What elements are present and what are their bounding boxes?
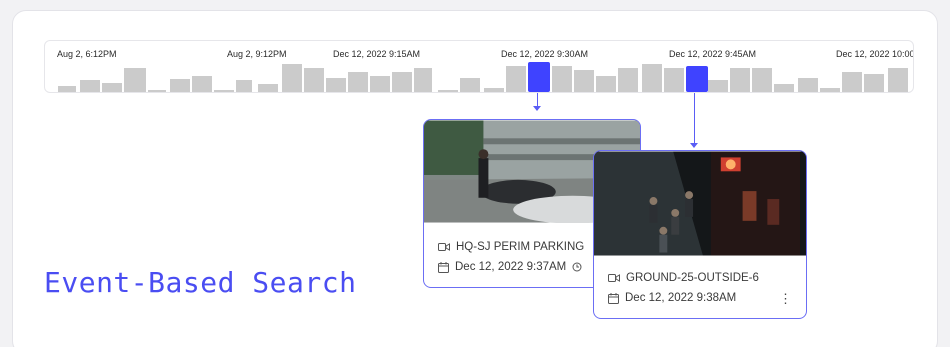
- calendar-icon: [438, 261, 449, 273]
- timeline-bar[interactable]: [842, 72, 862, 92]
- camera-name-row: HQ-SJ PERIM PARKING: [438, 241, 584, 253]
- camera-name-row: GROUND-25-OUTSIDE-6: [608, 272, 759, 284]
- timeline-bar[interactable]: [214, 90, 234, 92]
- timeline-bar[interactable]: [730, 68, 750, 92]
- video-camera-icon: [438, 242, 450, 252]
- camera-name: HQ-SJ PERIM PARKING: [456, 241, 585, 253]
- timeline-bar[interactable]: [236, 80, 252, 92]
- timeline-bar[interactable]: [392, 72, 412, 92]
- calendar-icon: [608, 292, 619, 304]
- timeline-bar[interactable]: [282, 64, 302, 92]
- event-timestamp: Dec 12, 2022 9:38AM: [625, 292, 737, 304]
- timestamp-row: Dec 12, 2022 9:38AM: [608, 292, 736, 304]
- timeline-bar[interactable]: [414, 68, 432, 92]
- timeline-bar[interactable]: [664, 68, 684, 92]
- timeline-bar[interactable]: [864, 74, 884, 92]
- timeline-bar[interactable]: [124, 68, 146, 92]
- timeline-bar[interactable]: [326, 78, 346, 92]
- connector-line: [537, 93, 538, 106]
- more-options-icon[interactable]: ⋮: [779, 291, 792, 307]
- event-card[interactable]: GROUND-25-OUTSIDE-6 Dec 12, 2022 9:38AM …: [593, 150, 807, 319]
- timestamp-row: Dec 12, 2022 9:37AM: [438, 261, 582, 273]
- page-title: Event-Based Search: [44, 266, 357, 299]
- event-timeline[interactable]: Aug 2, 6:12PM Aug 2, 9:12PM Dec 12, 2022…: [44, 40, 914, 93]
- timeline-bar[interactable]: [438, 90, 458, 92]
- clock-icon: [572, 262, 582, 272]
- connector-arrow-icon: [533, 106, 541, 111]
- timeline-bar[interactable]: [304, 68, 324, 92]
- connector-arrow-icon: [690, 143, 698, 148]
- timeline-bar[interactable]: [574, 70, 594, 92]
- timeline-bar[interactable]: [258, 84, 278, 92]
- timeline-bars: [45, 41, 913, 92]
- night-alley-camera-frame: [594, 151, 806, 256]
- timeline-bar[interactable]: [102, 83, 122, 92]
- timeline-bar[interactable]: [618, 68, 638, 92]
- timeline-bar[interactable]: [798, 78, 818, 92]
- timeline-bar[interactable]: [460, 78, 480, 92]
- timeline-bar[interactable]: [148, 90, 166, 92]
- timeline-bar[interactable]: [752, 68, 772, 92]
- selected-event-bar[interactable]: [528, 62, 550, 92]
- timeline-bar[interactable]: [888, 68, 908, 92]
- camera-name: GROUND-25-OUTSIDE-6: [626, 272, 759, 284]
- timeline-bar[interactable]: [80, 80, 100, 92]
- timeline-bar[interactable]: [192, 76, 212, 92]
- timeline-bar[interactable]: [774, 84, 794, 92]
- timeline-bar[interactable]: [58, 86, 76, 92]
- video-camera-icon: [608, 273, 620, 283]
- timeline-bar[interactable]: [596, 76, 616, 92]
- timeline-bar[interactable]: [552, 66, 572, 92]
- event-timestamp: Dec 12, 2022 9:37AM: [455, 261, 567, 273]
- timeline-bar[interactable]: [370, 76, 390, 92]
- timeline-bar[interactable]: [642, 64, 662, 92]
- connector-line: [694, 93, 695, 143]
- timeline-bar[interactable]: [820, 88, 840, 92]
- selected-event-bar[interactable]: [686, 66, 708, 92]
- timeline-bar[interactable]: [170, 79, 190, 92]
- timeline-bar[interactable]: [484, 88, 504, 92]
- timeline-bar[interactable]: [708, 80, 728, 92]
- timeline-bar[interactable]: [348, 72, 368, 92]
- timeline-bar[interactable]: [506, 66, 526, 92]
